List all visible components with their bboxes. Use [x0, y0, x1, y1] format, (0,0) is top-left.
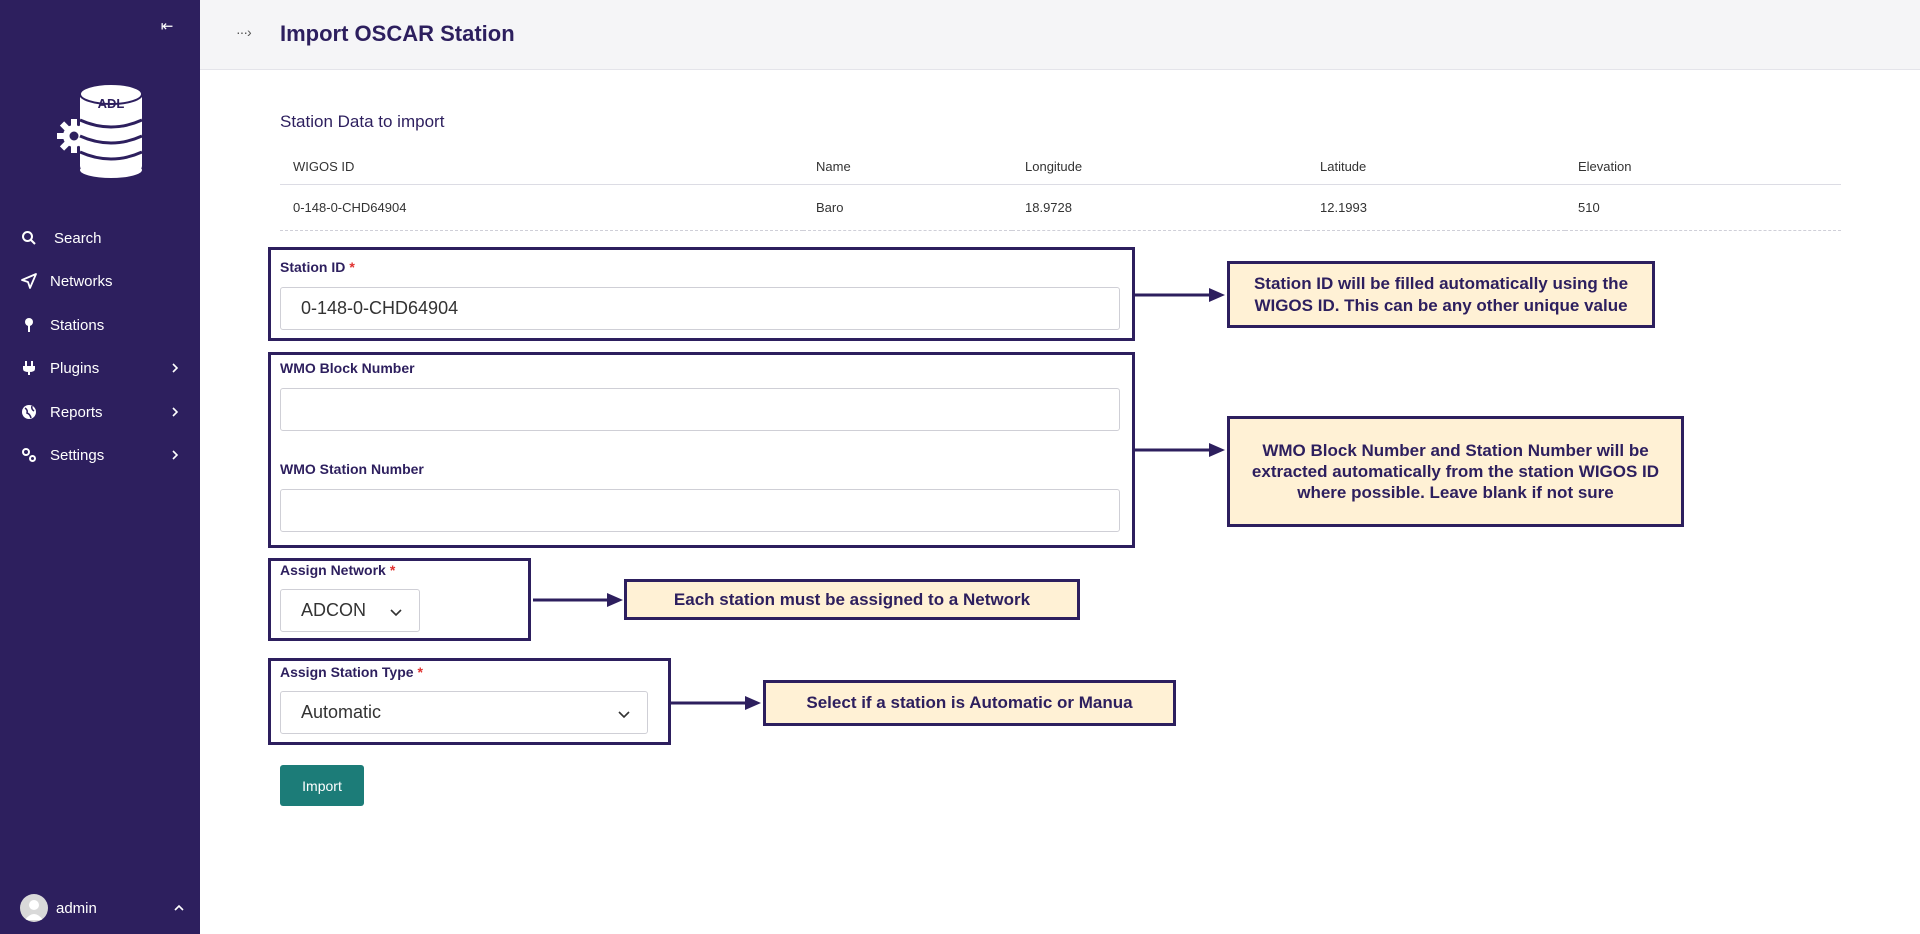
table-header-row: WIGOS ID Name Longitude Latitude Elevati…: [280, 150, 1841, 185]
required-mark: *: [389, 562, 396, 578]
sidebar-item-search[interactable]: Search: [0, 220, 200, 256]
network-label-text: Assign Network: [280, 562, 386, 578]
adl-logo: ADL: [57, 84, 143, 178]
wmo-station-input[interactable]: [280, 489, 1120, 532]
table-row: 0-148-0-CHD64904 Baro 18.9728 12.1993 51…: [280, 184, 1841, 231]
network-selected-value: ADCON: [301, 600, 367, 620]
chevron-right-icon: [172, 450, 179, 460]
station-id-input[interactable]: [280, 287, 1120, 330]
station-type-select[interactable]: Automatic: [280, 691, 648, 734]
table-cell: 510: [1565, 184, 1841, 231]
column-header: Longitude: [1012, 150, 1307, 185]
page-header: ···› Import OSCAR Station: [200, 0, 1920, 70]
chevron-up-icon: [174, 904, 184, 911]
globe-icon: [20, 403, 38, 421]
arrow-right-icon: [1135, 443, 1225, 457]
callout-wmo: WMO Block Number and Station Number will…: [1227, 416, 1684, 527]
expand-sidebar-icon[interactable]: ···›: [236, 24, 252, 40]
station-type-label: Assign Station Type *: [280, 664, 423, 680]
required-mark: *: [417, 664, 423, 680]
station-data-table: WIGOS ID Name Longitude Latitude Elevati…: [280, 150, 1841, 231]
sidebar-item-stations[interactable]: Stations: [0, 307, 200, 343]
chevron-down-icon: [390, 609, 402, 617]
settings-icon: [20, 446, 38, 464]
column-header: Elevation: [1565, 150, 1841, 185]
sidebar: ⇤ ADL Search Networks Stations Plugins R…: [0, 0, 200, 934]
sidebar-item-label: Stations: [50, 316, 105, 334]
import-button[interactable]: Import: [280, 765, 364, 806]
pin-icon: [20, 316, 38, 334]
column-header: WIGOS ID: [280, 150, 803, 185]
sidebar-item-label: Settings: [50, 446, 105, 464]
sidebar-item-plugins[interactable]: Plugins: [0, 350, 200, 386]
network-select[interactable]: ADCON: [280, 589, 420, 632]
logo-text: ADL: [98, 96, 125, 111]
wmo-block-label: WMO Block Number: [280, 360, 415, 376]
sidebar-item-label: Reports: [50, 403, 103, 421]
arrow-right-icon: [671, 696, 761, 710]
sidebar-item-settings[interactable]: Settings: [0, 437, 200, 473]
page-title: Import OSCAR Station: [280, 21, 515, 46]
station-type-selected-value: Automatic: [301, 702, 382, 722]
plug-icon: [20, 359, 38, 377]
callout-station-type: Select if a station is Automatic or Manu…: [763, 680, 1176, 726]
sidebar-item-label: Search: [54, 229, 102, 247]
callout-station-id: Station ID will be filled automatically …: [1227, 261, 1655, 328]
chevron-right-icon: [172, 363, 179, 373]
station-type-label-text: Assign Station Type: [280, 664, 414, 680]
section-title: Station Data to import: [280, 112, 445, 131]
table-cell: Baro: [803, 184, 1012, 231]
sidebar-item-reports[interactable]: Reports: [0, 394, 200, 430]
user-name: admin: [56, 899, 97, 917]
sidebar-item-label: Networks: [50, 272, 113, 290]
station-id-label-text: Station ID: [280, 259, 346, 275]
send-icon: [20, 272, 38, 290]
column-header: Latitude: [1307, 150, 1565, 185]
user-menu[interactable]: admin: [20, 894, 185, 922]
chevron-down-icon: [618, 711, 630, 719]
wmo-block-input[interactable]: [280, 388, 1120, 431]
collapse-sidebar-icon[interactable]: ⇤: [156, 16, 178, 38]
table-cell: 12.1993: [1307, 184, 1565, 231]
network-label: Assign Network *: [280, 562, 395, 578]
table-cell: 0-148-0-CHD64904: [280, 184, 803, 231]
arrow-right-icon: [1135, 288, 1225, 302]
arrow-right-icon: [533, 593, 623, 607]
search-icon: [20, 229, 38, 247]
sidebar-item-label: Plugins: [50, 359, 100, 377]
chevron-right-icon: [172, 407, 179, 417]
required-mark: *: [349, 259, 355, 275]
wmo-station-label: WMO Station Number: [280, 461, 424, 477]
sidebar-item-networks[interactable]: Networks: [0, 263, 200, 299]
avatar: [20, 894, 48, 922]
station-id-label: Station ID *: [280, 259, 355, 275]
callout-network: Each station must be assigned to a Netwo…: [624, 579, 1080, 620]
column-header: Name: [803, 150, 1012, 185]
table-cell: 18.9728: [1012, 184, 1307, 231]
